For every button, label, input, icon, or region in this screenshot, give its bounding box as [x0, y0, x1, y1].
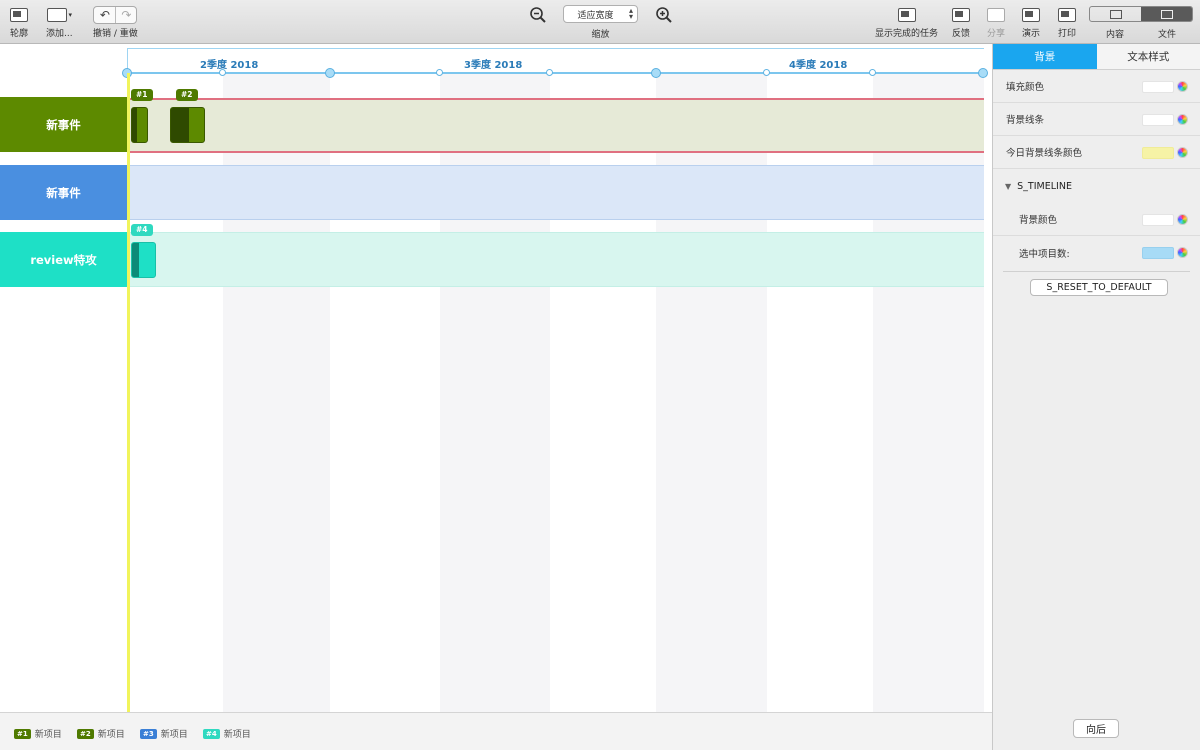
outline-button[interactable]: 轮廓 [10, 6, 28, 39]
inspector-tabs: 背景 文本样式 [993, 44, 1200, 70]
today-line-swatch[interactable] [1142, 147, 1174, 159]
axis-node[interactable] [219, 69, 226, 76]
content-view-button[interactable] [1090, 7, 1141, 21]
item-bar[interactable] [131, 107, 148, 143]
print-icon [1058, 8, 1076, 22]
fill-color-swatch[interactable] [1142, 81, 1174, 93]
timeline-section-header[interactable]: ▼ S_TIMELINE [993, 169, 1200, 203]
color-wheel-icon[interactable] [1177, 214, 1188, 225]
fill-color-row: 填充颜色 [993, 70, 1200, 103]
tab-text-style[interactable]: 文本样式 [1096, 44, 1200, 69]
axis-node[interactable] [325, 68, 335, 78]
divider [1003, 271, 1190, 272]
row-band[interactable] [129, 232, 984, 287]
share-icon [987, 8, 1005, 22]
axis-top-line [127, 48, 984, 49]
axis-node[interactable] [651, 68, 661, 78]
feedback-button[interactable]: 反馈 [952, 6, 970, 39]
row-band[interactable] [129, 165, 984, 220]
feedback-icon [952, 8, 970, 22]
send-backward-button[interactable]: 向后 [1073, 719, 1119, 738]
inspector-panel: 背景 文本样式 填充颜色 背景线条 今日背景线条颜色 ▼ S_TIMELINE … [992, 44, 1200, 750]
item-tag[interactable]: #2 [176, 89, 198, 101]
disclosure-triangle-icon[interactable]: ▼ [1005, 182, 1011, 191]
item-bar[interactable] [131, 242, 156, 278]
axis-node[interactable] [436, 69, 443, 76]
axis-node[interactable] [869, 69, 876, 76]
share-button[interactable]: 分享 [987, 6, 1005, 39]
present-icon [1022, 8, 1040, 22]
today-line-color-row: 今日背景线条颜色 [993, 136, 1200, 169]
outline-icon [10, 8, 28, 22]
legend-item[interactable]: #1 新项目 [14, 727, 62, 740]
reset-default-button[interactable]: S_RESET_TO_DEFAULT [1030, 279, 1168, 296]
print-button[interactable]: 打印 [1058, 6, 1076, 39]
row-label[interactable]: review特攻 [0, 232, 127, 287]
redo-icon[interactable]: ↷ [115, 7, 136, 23]
undo-icon[interactable]: ↶ [94, 7, 115, 23]
zoom-out-icon[interactable] [529, 6, 547, 24]
quarter-label: 3季度 2018 [464, 60, 523, 71]
selected-items-swatch[interactable] [1142, 247, 1174, 259]
file-label: 文件 [1157, 30, 1176, 40]
timeline-canvas[interactable]: 2季度 2018 3季度 2018 4季度 2018 新事件 新事件 revie… [0, 44, 992, 712]
item-tag[interactable]: #1 [131, 89, 153, 101]
row-band[interactable] [129, 98, 984, 153]
axis-node[interactable] [978, 68, 988, 78]
quarter-label: 2季度 2018 [200, 60, 259, 71]
row-label[interactable]: 新事件 [0, 165, 127, 220]
add-icon [46, 8, 67, 22]
present-button[interactable]: 演示 [1022, 6, 1040, 39]
legend-bar: #1 新项目 #2 新项目 #3 新项目 #4 新项目 [0, 712, 992, 750]
legend-item[interactable]: #4 新项目 [203, 727, 251, 740]
color-wheel-icon[interactable] [1177, 114, 1188, 125]
view-toggle[interactable] [1089, 6, 1193, 22]
item-bar[interactable] [170, 107, 205, 143]
undo-redo-control[interactable]: ↶ ↷ 撤销 / 重做 [93, 6, 138, 39]
tasks-icon [897, 8, 916, 22]
axis-node[interactable] [763, 69, 770, 76]
color-wheel-icon[interactable] [1177, 247, 1188, 258]
row-label[interactable]: 新事件 [0, 97, 127, 152]
add-button[interactable]: ▾ 添加... [46, 6, 73, 39]
bg-lines-swatch[interactable] [1142, 114, 1174, 126]
color-wheel-icon[interactable] [1177, 81, 1188, 92]
zoom-label: 缩放 [591, 30, 610, 40]
toolbar: 轮廓 ▾ 添加... ↶ ↷ 撤销 / 重做 适应宽度 ▴ ▾ 缩放 显示完成的任… [0, 0, 1200, 44]
content-icon [1109, 9, 1122, 19]
axis-node[interactable] [546, 69, 553, 76]
today-line [127, 73, 130, 712]
bg-lines-row: 背景线条 [993, 103, 1200, 136]
stepper-icon: ▴ ▾ [628, 6, 633, 21]
file-icon [1160, 9, 1173, 19]
legend-item[interactable]: #2 新项目 [77, 727, 125, 740]
item-tag[interactable]: #4 [131, 224, 153, 236]
quarter-label: 4季度 2018 [789, 60, 848, 71]
time-axis [127, 72, 984, 74]
show-completed-button[interactable]: 显示完成的任务 [875, 6, 938, 39]
file-view-button[interactable] [1141, 7, 1192, 21]
bg-color-swatch[interactable] [1142, 214, 1174, 226]
bg-color-row: 背景颜色 [993, 203, 1200, 236]
content-label: 内容 [1105, 30, 1124, 40]
zoom-select[interactable]: 适应宽度 ▴ ▾ [563, 5, 638, 23]
color-wheel-icon[interactable] [1177, 147, 1188, 158]
selected-items-row: 选中项目数: [993, 236, 1200, 269]
zoom-in-icon[interactable] [655, 6, 673, 24]
tab-background[interactable]: 背景 [993, 44, 1097, 69]
legend-item[interactable]: #3 新项目 [140, 727, 188, 740]
